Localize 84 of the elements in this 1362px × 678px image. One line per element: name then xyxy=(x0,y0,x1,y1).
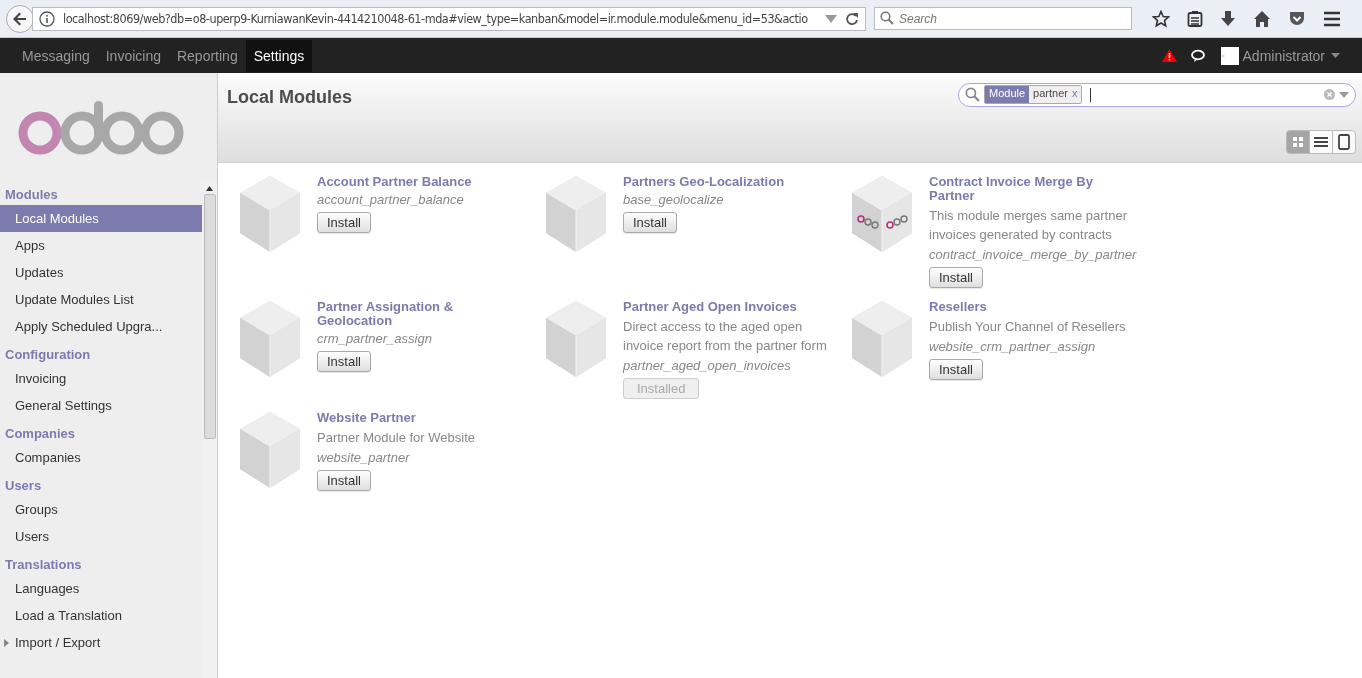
section-title: Modules xyxy=(4,186,59,204)
sidebar-item[interactable]: Invoicing xyxy=(0,365,202,392)
top-menu-item[interactable]: Reporting xyxy=(168,39,246,72)
section-title: Translations xyxy=(4,556,83,574)
address-field[interactable]: localhost:8069/web?db=o8-uperp9-KurniawanKevin-4414210048-61-mda#view_type=kanban&model=ir.module.module&menu_id=53&actio xyxy=(32,6,866,31)
cube-icon xyxy=(545,175,607,253)
top-menu-item[interactable]: Invoicing xyxy=(97,39,169,72)
sidebar-item[interactable]: Groups xyxy=(0,496,202,523)
install-button[interactable]: Install xyxy=(929,359,983,380)
avatar[interactable] xyxy=(1220,46,1239,65)
search-facet[interactable]: Module partner x xyxy=(984,85,1083,104)
install-button[interactable]: Install xyxy=(317,212,371,233)
grid-icon xyxy=(1292,136,1304,148)
install-button[interactable]: Install xyxy=(317,351,371,372)
caret-icon xyxy=(1331,53,1340,58)
sidebar-item[interactable]: Import / Export xyxy=(0,629,202,656)
form-view-button[interactable] xyxy=(1332,130,1356,154)
reload-icon[interactable] xyxy=(845,11,859,26)
home-icon[interactable] xyxy=(1253,9,1271,28)
list-icon xyxy=(1314,136,1328,148)
module-title[interactable]: Partner Aged Open Invoices xyxy=(623,300,797,314)
technical-name: base_geolocalize xyxy=(623,191,724,209)
sidebar-item[interactable]: Load a Translation xyxy=(0,602,202,629)
module-title[interactable]: Resellers xyxy=(929,300,987,314)
module-title[interactable]: Contract Invoice Merge By Partner xyxy=(929,175,1139,203)
cube-icon xyxy=(545,300,607,378)
technical-name: website_partner xyxy=(317,449,410,467)
sidebar-item[interactable]: Updates xyxy=(0,259,202,286)
back-arrow-icon xyxy=(12,10,28,27)
sidebar-item[interactable]: Local Modules xyxy=(0,205,202,232)
section-title: Companies xyxy=(4,425,77,443)
reading-list-icon[interactable] xyxy=(1187,9,1203,28)
search-icon xyxy=(965,87,980,102)
install-button[interactable]: Install xyxy=(929,267,983,288)
section-title: Users xyxy=(4,477,43,495)
sidebar-item[interactable]: Companies xyxy=(0,444,202,471)
module-title[interactable]: Partner Assignation & Geolocation xyxy=(317,300,527,328)
search-field[interactable]: Module partner x xyxy=(958,82,1356,107)
search-icon xyxy=(880,11,894,25)
page-title: Local Modules xyxy=(227,87,352,108)
expand-arrow-icon xyxy=(4,638,9,647)
module-description: Partner Module for Website xyxy=(317,429,475,447)
pocket-icon[interactable] xyxy=(1288,9,1306,28)
install-button[interactable]: Install xyxy=(317,470,371,491)
dropdown-icon[interactable] xyxy=(825,14,837,23)
text-cursor xyxy=(1090,87,1092,102)
top-menu-item[interactable]: Settings xyxy=(245,39,313,72)
cube-logo-icon xyxy=(851,175,913,253)
sidebar-item[interactable]: Apps xyxy=(0,232,202,259)
dropdown-icon[interactable] xyxy=(1339,91,1349,98)
cube-icon xyxy=(851,300,913,378)
sidebar-item[interactable]: Update Modules List xyxy=(0,286,202,313)
cube-icon xyxy=(239,411,301,489)
cube-icon xyxy=(239,300,301,378)
search-field[interactable]: Search xyxy=(874,7,1132,30)
user-menu[interactable]: Administrator xyxy=(1242,47,1340,64)
sidebar-item[interactable]: Users xyxy=(0,523,202,550)
scroll-up-icon[interactable] xyxy=(206,186,213,191)
module-description: Publish Your Channel of Resellers xyxy=(929,318,1126,336)
technical-name: crm_partner_assign xyxy=(317,330,432,348)
sidebar-item[interactable]: Apply Scheduled Upgra... xyxy=(0,313,202,340)
section-title: Configuration xyxy=(4,346,92,364)
technical-name: contract_invoice_merge_by_partner xyxy=(929,246,1137,264)
info-icon[interactable] xyxy=(39,10,55,27)
module-title[interactable]: Website Partner xyxy=(317,411,416,425)
warning-icon[interactable] xyxy=(1161,49,1177,62)
module-title[interactable]: Account Partner Balance xyxy=(317,175,472,189)
list-view-button[interactable] xyxy=(1309,130,1333,154)
url-text: localhost:8069/web?db=o8-uperp9-KurniawanKevin-4414210048-61-mda#view_type=kanban&model=ir.module.module&menu_id=53&actio xyxy=(63,11,809,26)
top-menu-item[interactable]: Messaging xyxy=(14,39,98,72)
install-button[interactable]: Install xyxy=(623,212,677,233)
download-icon[interactable] xyxy=(1220,9,1236,28)
menu-icon[interactable] xyxy=(1323,10,1341,27)
star-icon[interactable] xyxy=(1152,9,1170,28)
technical-name: website_crm_partner_assign xyxy=(929,338,1096,356)
form-icon xyxy=(1338,134,1350,150)
cube-icon xyxy=(239,175,301,253)
module-title[interactable]: Partners Geo-Localization xyxy=(623,175,785,189)
chat-icon[interactable] xyxy=(1190,48,1207,63)
sidebar-item[interactable]: General Settings xyxy=(0,392,202,419)
sidebar-item[interactable]: Languages xyxy=(0,575,202,602)
back-button[interactable] xyxy=(6,4,34,33)
technical-name: account_partner_balance xyxy=(317,191,464,209)
technical-name: partner_aged_open_invoices xyxy=(623,357,791,375)
